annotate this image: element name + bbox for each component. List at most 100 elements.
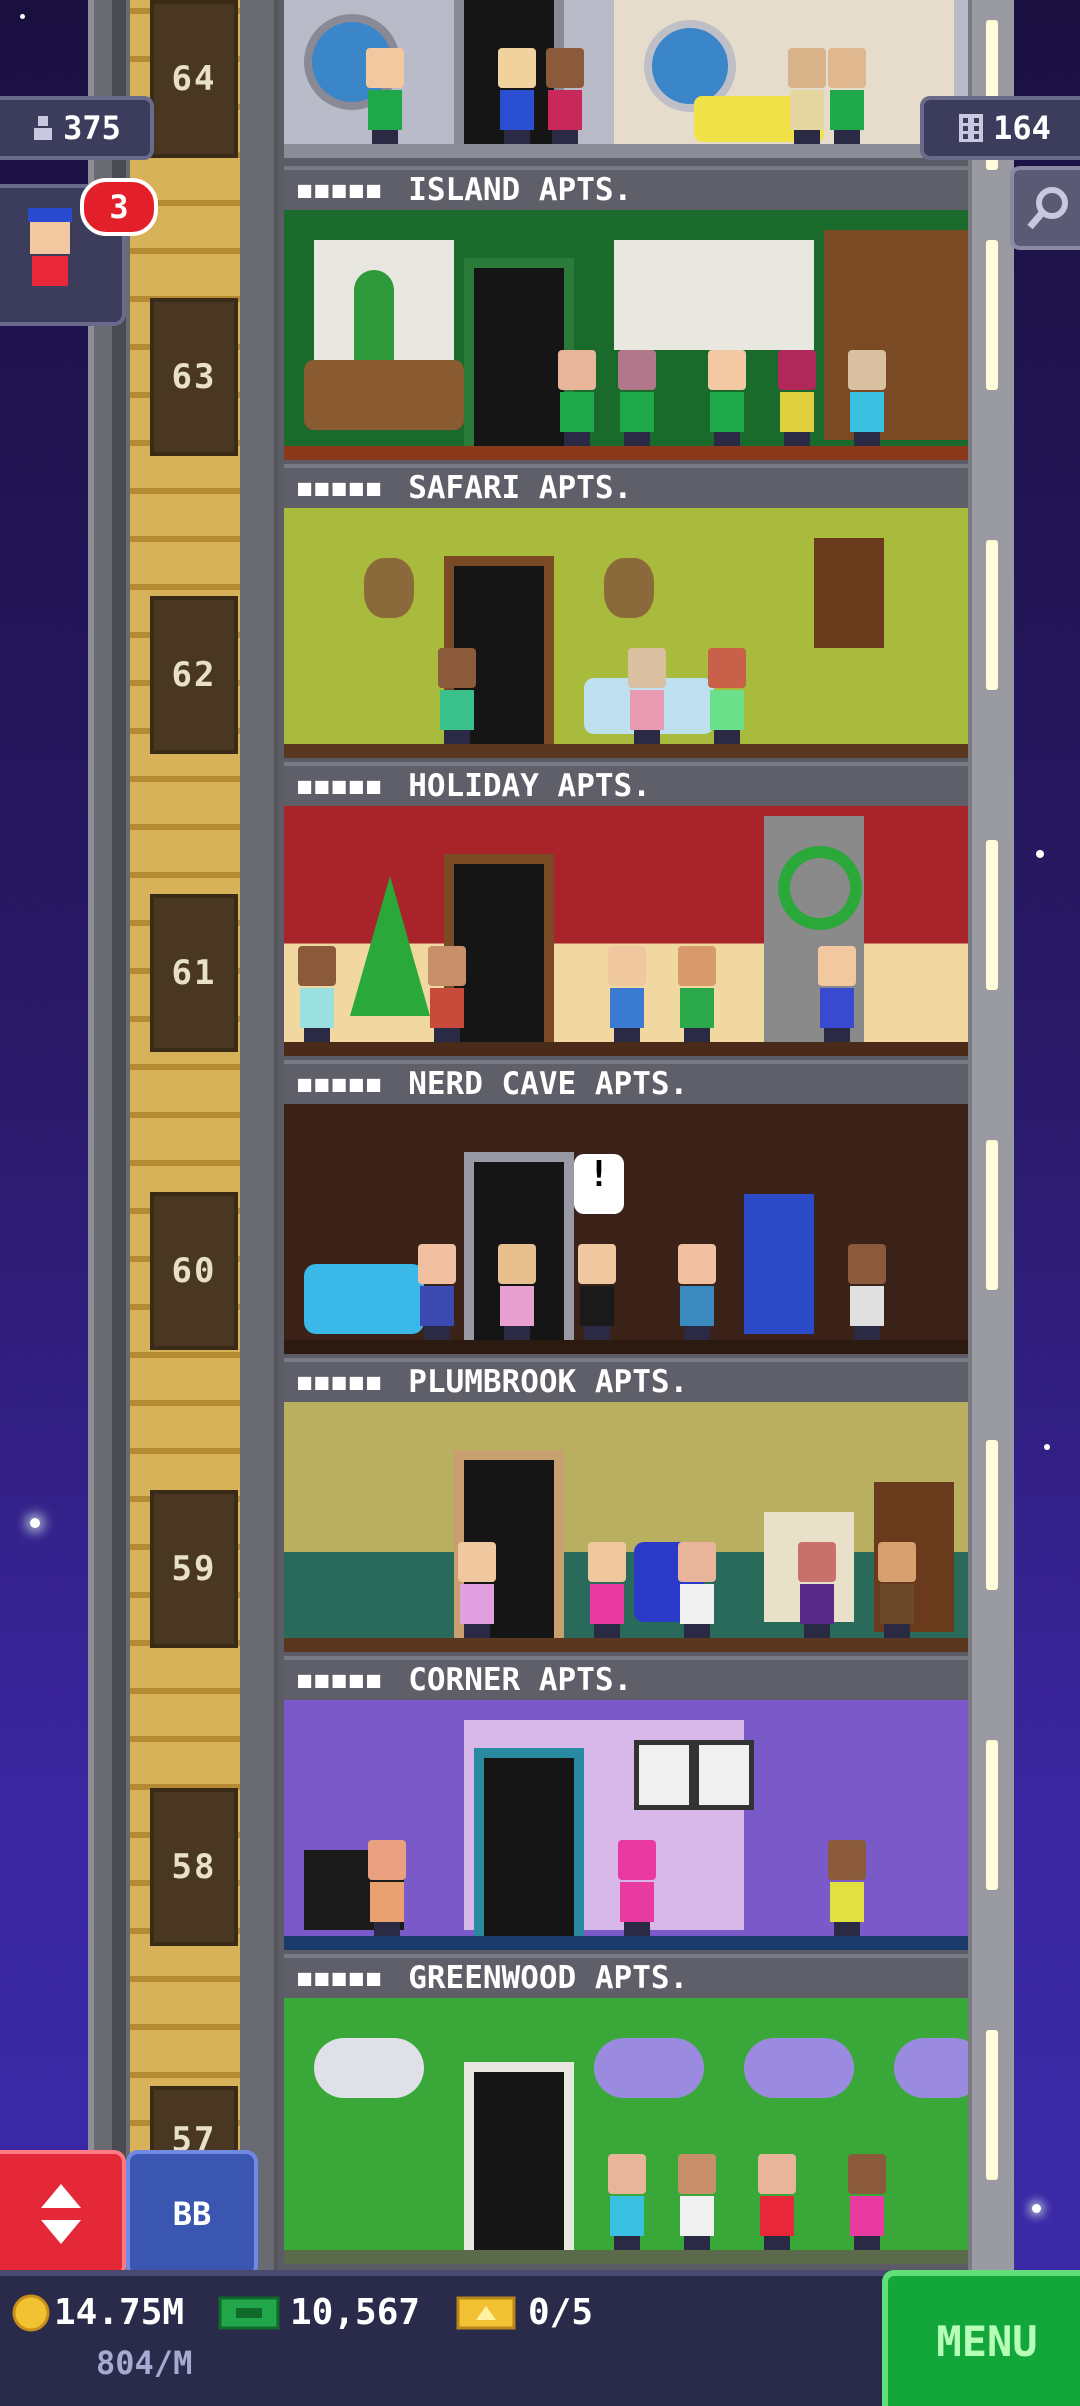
resident[interactable] <box>844 1244 890 1340</box>
resident[interactable] <box>794 1542 840 1638</box>
floor-name: CORNER APTS. <box>408 1662 633 1698</box>
floorboard <box>284 1638 968 1652</box>
resident[interactable] <box>874 1542 920 1638</box>
room-interior[interactable] <box>284 508 968 758</box>
star <box>30 1518 40 1528</box>
room-interior[interactable] <box>284 806 968 1056</box>
floor-59[interactable]: ■■■■■ PLUMBROOK APTS. <box>284 1358 968 1656</box>
resident[interactable] <box>364 1840 410 1936</box>
resident[interactable] <box>614 350 660 446</box>
star <box>20 14 25 19</box>
floor-57[interactable]: ■■■■■ GREENWOOD APTS. <box>284 1954 968 2270</box>
room-interior[interactable]: ! <box>284 1104 968 1354</box>
resident[interactable] <box>542 48 588 144</box>
resident[interactable] <box>704 648 750 744</box>
floor-sign: ■■■■■ CORNER APTS. <box>284 1656 968 1700</box>
menu-button[interactable]: MENU <box>882 2270 1080 2406</box>
search-button[interactable] <box>1010 166 1080 250</box>
bux-icon <box>218 2296 280 2329</box>
floor-name: HOLIDAY APTS. <box>408 768 651 804</box>
resident[interactable] <box>554 350 600 446</box>
resident[interactable] <box>674 946 720 1042</box>
resident[interactable] <box>454 1542 500 1638</box>
resident[interactable] <box>362 48 408 144</box>
room-door[interactable] <box>464 2062 574 2252</box>
window-oval <box>894 2038 968 2098</box>
golden-ticket-counter[interactable]: 0/5 <box>456 2292 593 2333</box>
room-interior[interactable] <box>284 1700 968 1950</box>
bitizen-bay-button[interactable]: BB <box>126 2150 258 2278</box>
floor-number-63: 63 <box>150 298 238 456</box>
resident[interactable] <box>424 946 470 1042</box>
resident[interactable] <box>844 2154 890 2250</box>
resident[interactable] <box>824 48 870 144</box>
wall-mirror <box>314 2038 424 2098</box>
resident[interactable] <box>674 2154 720 2250</box>
resident[interactable] <box>434 648 480 744</box>
resident[interactable] <box>614 1840 660 1936</box>
resident[interactable] <box>494 1244 540 1340</box>
light-strip <box>986 2030 998 2180</box>
resident[interactable] <box>824 1840 870 1936</box>
room-interior[interactable] <box>284 0 968 158</box>
floor-sign: ■■■■■ HOLIDAY APTS. <box>284 762 968 806</box>
floor-counter[interactable]: 164 <box>920 96 1080 160</box>
population-value: 375 <box>63 109 121 147</box>
star <box>1044 1444 1050 1450</box>
rating-stars: ■■■■■ <box>298 1071 385 1097</box>
floorboard <box>284 1340 968 1354</box>
elevator-button[interactable] <box>0 2150 126 2278</box>
resident[interactable] <box>604 2154 650 2250</box>
resident[interactable] <box>844 350 890 446</box>
floor-61[interactable]: ■■■■■ HOLIDAY APTS. <box>284 762 968 1060</box>
floor-63[interactable]: ■■■■■ ISLAND APTS. <box>284 166 968 464</box>
resident[interactable] <box>494 48 540 144</box>
resident[interactable] <box>414 1244 460 1340</box>
bux-balance[interactable]: 10,567 <box>218 2292 420 2333</box>
rating-stars: ■■■■■ <box>298 475 385 501</box>
light-strip <box>986 240 998 390</box>
floor-name: NERD CAVE APTS. <box>408 1066 689 1102</box>
magnifier-icon <box>1027 187 1068 230</box>
floor-sign: ■■■■■ NERD CAVE APTS. <box>284 1060 968 1104</box>
coin-value: 14.75M <box>54 2292 185 2333</box>
notification-badge: 3 <box>80 178 158 236</box>
speech-bubble[interactable]: ! <box>574 1154 624 1214</box>
light-strip <box>986 840 998 990</box>
resident[interactable] <box>674 1244 720 1340</box>
coin-balance[interactable]: 14.75M <box>12 2292 184 2333</box>
room-interior[interactable] <box>284 1998 968 2264</box>
floor-number-62: 62 <box>150 596 238 754</box>
wreath <box>778 846 862 930</box>
resident[interactable] <box>604 946 650 1042</box>
room-door[interactable] <box>474 1748 584 1938</box>
bux-value: 10,567 <box>290 2292 421 2333</box>
resident[interactable] <box>624 648 670 744</box>
resident[interactable] <box>774 350 820 446</box>
resident[interactable] <box>704 350 750 446</box>
resident[interactable] <box>814 946 860 1042</box>
star <box>1036 850 1044 858</box>
christmas-tree <box>350 876 430 1016</box>
light-strip <box>986 1740 998 1890</box>
room-interior[interactable] <box>284 1402 968 1652</box>
population-counter[interactable]: 375 <box>0 96 154 160</box>
floor-count-value: 164 <box>993 109 1051 147</box>
floor-sign: ■■■■■ ISLAND APTS. <box>284 166 968 210</box>
floor-60[interactable]: ■■■■■ NERD CAVE APTS. ! <box>284 1060 968 1358</box>
room-interior[interactable] <box>284 210 968 460</box>
resident[interactable] <box>674 1542 720 1638</box>
resident[interactable] <box>754 2154 800 2250</box>
floor-64[interactable] <box>284 0 968 162</box>
window <box>614 240 814 350</box>
floor-62[interactable]: ■■■■■ SAFARI APTS. <box>284 464 968 762</box>
rating-stars: ■■■■■ <box>298 773 385 799</box>
resident[interactable] <box>294 946 340 1042</box>
building-icon <box>959 114 984 142</box>
resident[interactable] <box>574 1244 620 1340</box>
elevator-arrows-icon <box>41 2184 81 2244</box>
resident[interactable] <box>584 1542 630 1638</box>
floor-58[interactable]: ■■■■■ CORNER APTS. <box>284 1656 968 1954</box>
tribal-mask <box>364 558 414 618</box>
floorboard <box>284 744 968 758</box>
